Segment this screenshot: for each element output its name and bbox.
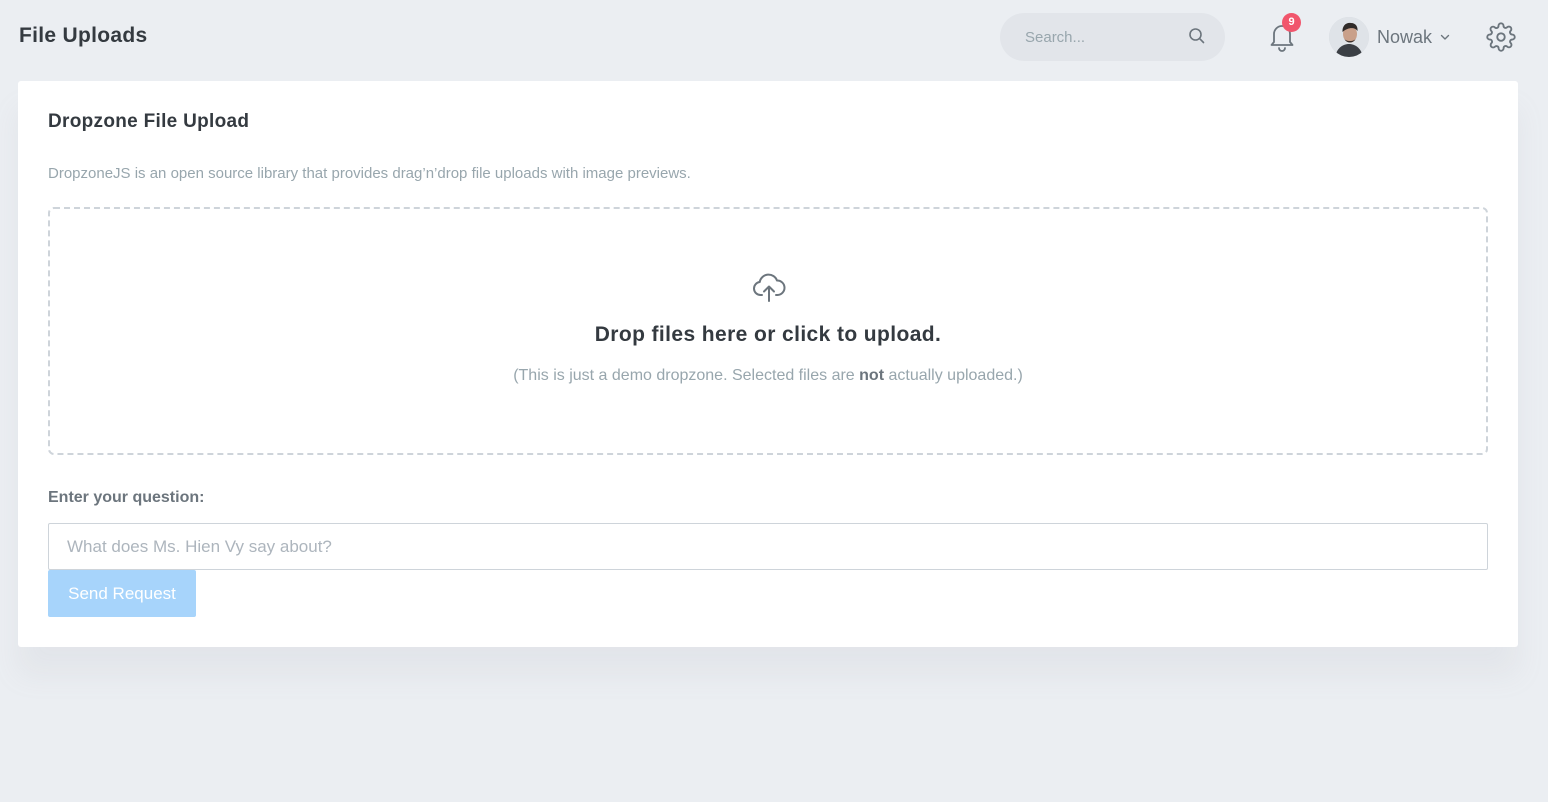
card-title: Dropzone File Upload bbox=[48, 111, 250, 132]
cloud-upload-icon bbox=[753, 273, 786, 302]
question-label: Enter your question: bbox=[48, 489, 205, 506]
user-menu[interactable]: Nowak bbox=[1329, 17, 1451, 57]
card-subtitle: DropzoneJS is an open source library tha… bbox=[48, 165, 691, 182]
page-title: File Uploads bbox=[19, 24, 148, 47]
dropzone-card: Dropzone File Upload DropzoneJS is an op… bbox=[18, 81, 1518, 647]
dropzone-area[interactable]: Drop files here or click to upload. (Thi… bbox=[48, 207, 1488, 455]
search-input[interactable] bbox=[1000, 13, 1180, 61]
dropzone-note-bold: not bbox=[859, 367, 885, 384]
search-icon[interactable] bbox=[1187, 26, 1207, 46]
dropzone-note-prefix: (This is just a demo dropzone. Selected … bbox=[513, 367, 860, 384]
question-input[interactable] bbox=[48, 523, 1488, 570]
top-bar: File Uploads 9 Nowak bbox=[0, 0, 1548, 74]
send-request-button[interactable]: Send Request bbox=[48, 570, 196, 617]
dropzone-note: (This is just a demo dropzone. Selected … bbox=[50, 367, 1486, 385]
avatar-image bbox=[1329, 17, 1369, 57]
dropzone-title: Drop files here or click to upload. bbox=[594, 323, 942, 346]
dropzone-note-suffix: actually uploaded.) bbox=[884, 367, 1023, 384]
notification-badge: 9 bbox=[1282, 13, 1301, 32]
user-name: Nowak bbox=[1377, 26, 1433, 47]
avatar[interactable] bbox=[1329, 17, 1369, 57]
gear-icon[interactable] bbox=[1486, 22, 1516, 52]
chevron-down-icon[interactable] bbox=[1439, 31, 1451, 43]
